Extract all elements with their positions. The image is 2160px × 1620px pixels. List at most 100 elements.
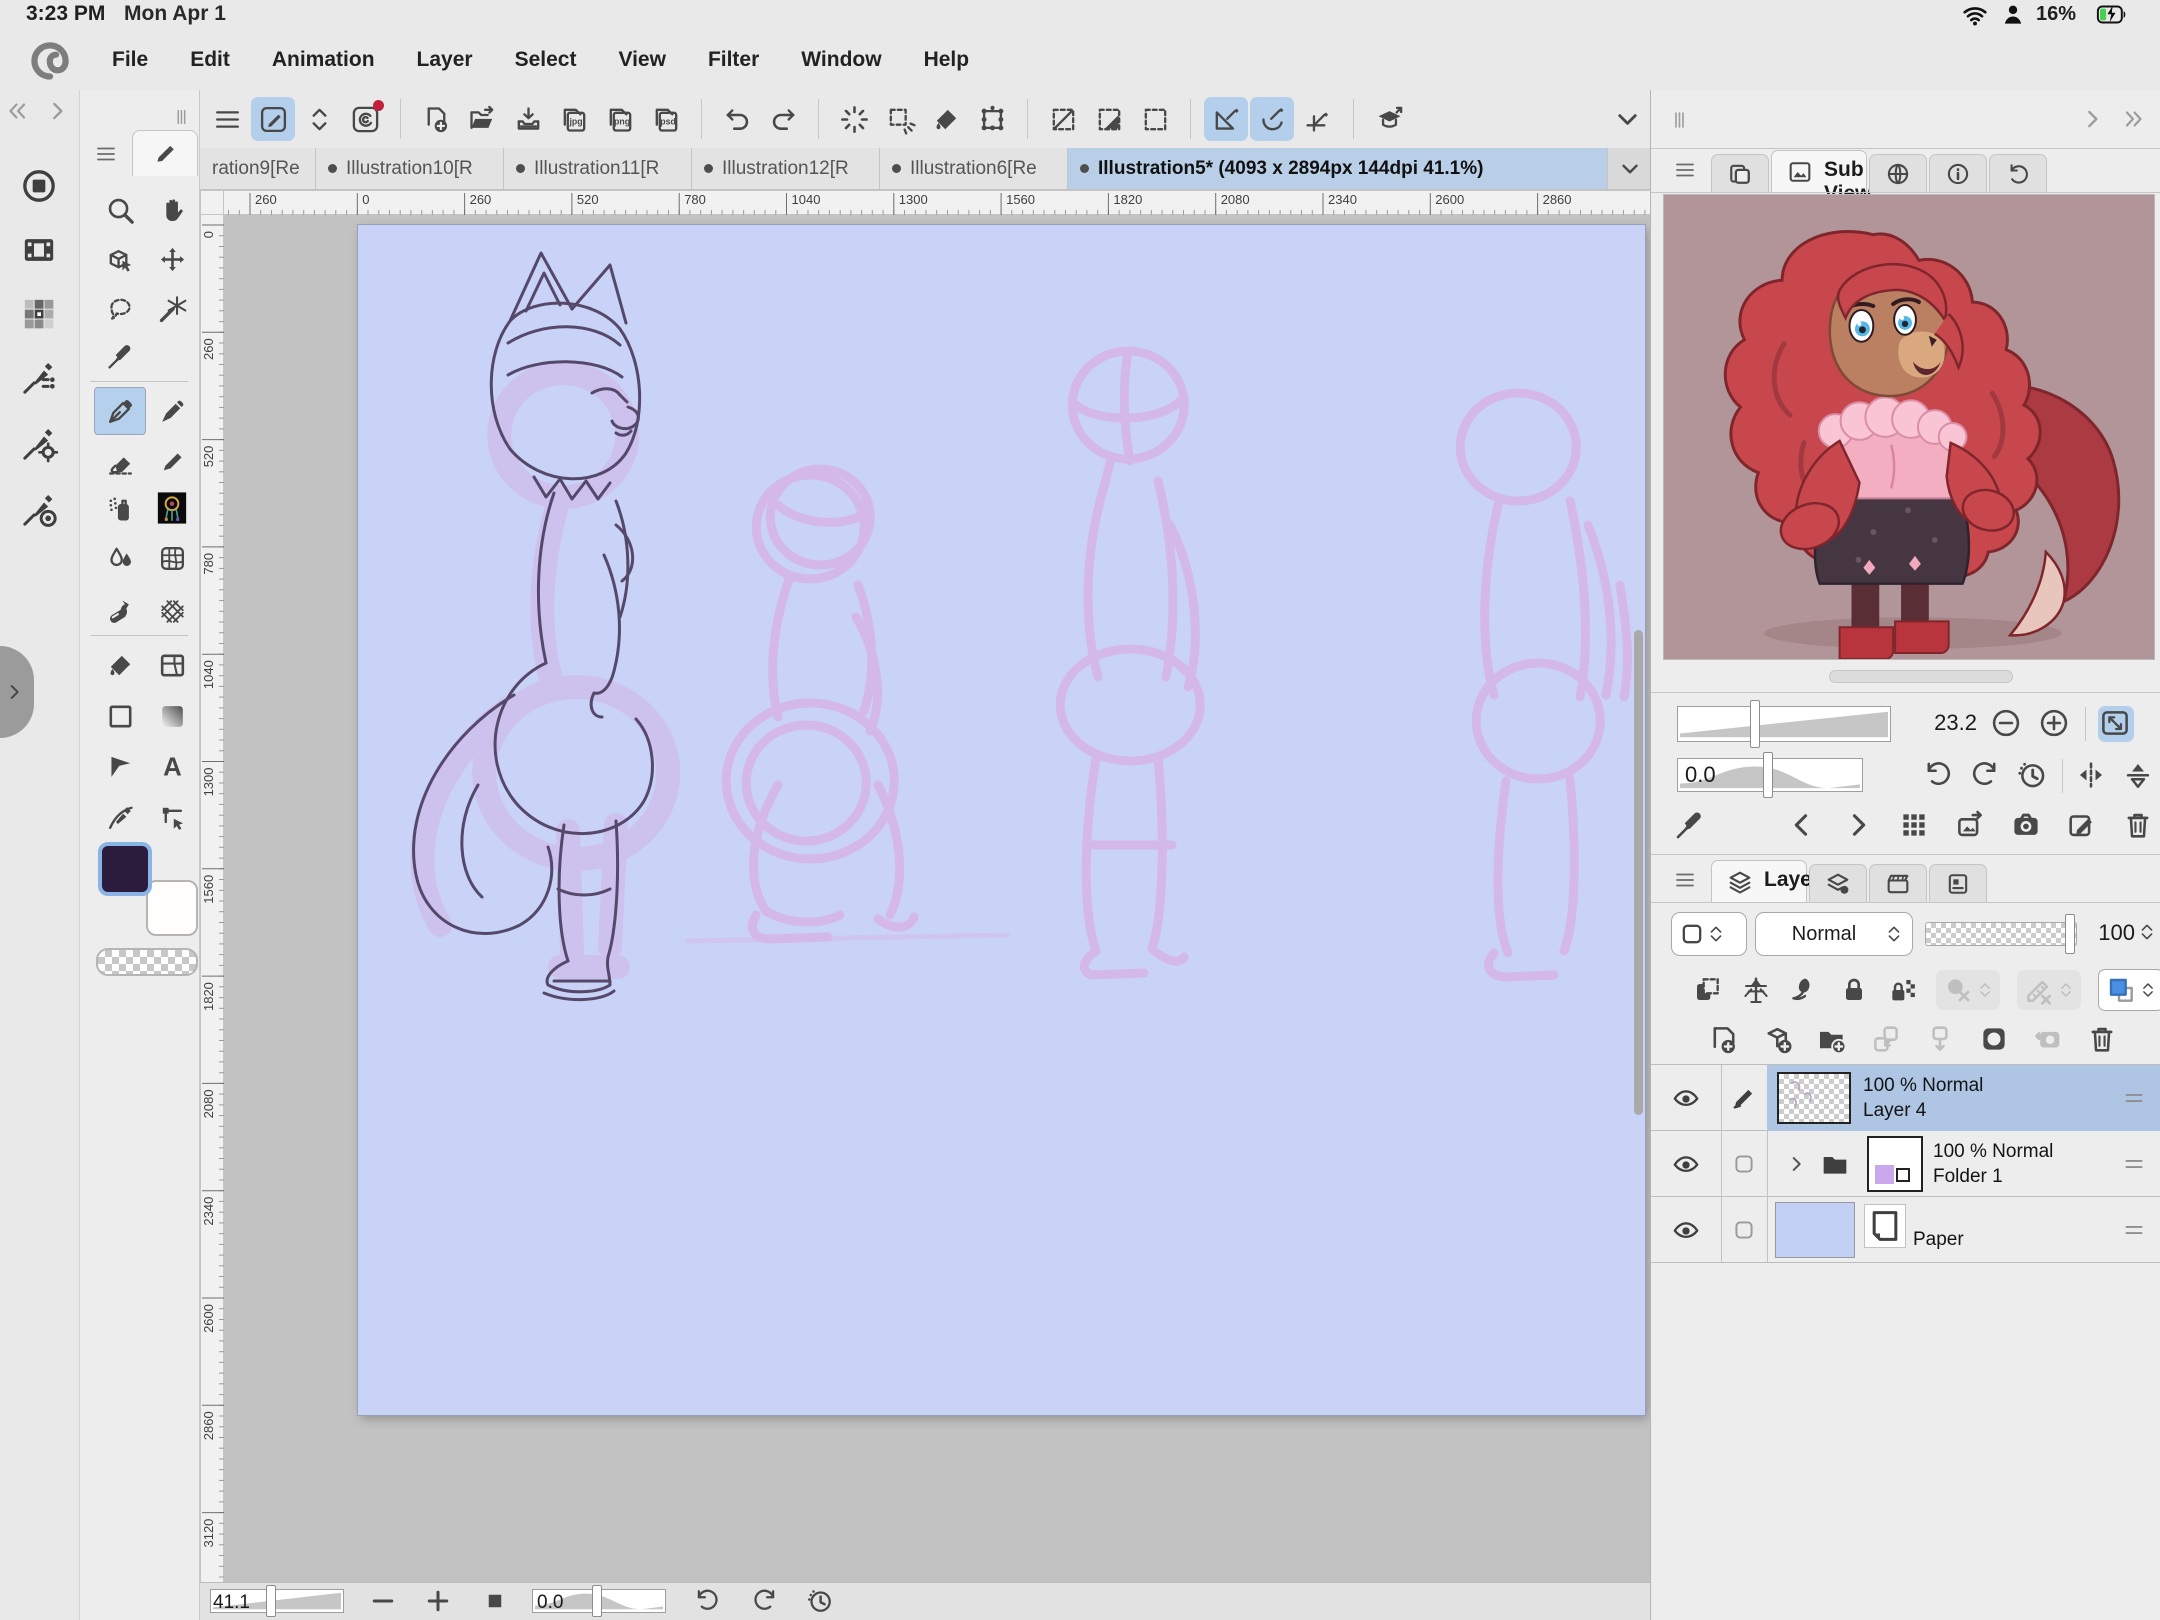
brush-size-panel-button[interactable] <box>19 490 61 532</box>
layer-drag-handle[interactable] <box>2121 1151 2147 1177</box>
canvas-zoom-slider-handle[interactable] <box>266 1585 276 1617</box>
clear-outside-selection-button[interactable] <box>1087 97 1131 141</box>
tool-decoration[interactable] <box>146 484 198 532</box>
tab-list-dropdown[interactable] <box>1608 148 1652 189</box>
new-raster-layer-button[interactable] <box>1707 1022 1741 1056</box>
zoom-out-button[interactable] <box>368 1586 400 1618</box>
tab-information[interactable] <box>1929 154 1987 192</box>
menu-item-edit[interactable]: Edit <box>190 48 230 72</box>
subview-zoom-in-button[interactable] <box>2037 706 2073 742</box>
merge-with-layer-below-button[interactable] <box>1923 1022 1957 1056</box>
subview-menu-button[interactable] <box>1673 158 1697 182</box>
layer-panel-menu-button[interactable] <box>1673 868 1697 892</box>
tool-move-view[interactable] <box>146 186 198 234</box>
subview-rotate-right-button[interactable] <box>1968 758 2004 794</box>
tool-move-layer[interactable] <box>146 235 198 283</box>
export-jpg-button[interactable]: jpg <box>552 97 596 141</box>
layer-row-paper[interactable]: Paper <box>1651 1197 2160 1263</box>
main-color-swatch[interactable] <box>98 842 152 896</box>
blend-mode-dropdown[interactable]: Normal <box>1755 912 1913 956</box>
undo-button[interactable] <box>715 97 759 141</box>
open-clip-studio-button[interactable] <box>343 97 387 141</box>
tool-calligraphy[interactable] <box>146 387 198 435</box>
tool-operation[interactable] <box>94 235 146 283</box>
subview-rotate-left-button[interactable] <box>1921 758 1957 794</box>
menu-item-filter[interactable]: Filter <box>708 48 759 72</box>
canvas-rotation-slider-handle[interactable] <box>592 1585 602 1617</box>
create-layer-mask-button[interactable] <box>1977 1022 2011 1056</box>
sub-color-swatch[interactable] <box>146 880 198 936</box>
tool-selection[interactable] <box>94 285 146 333</box>
new-canvas-button[interactable] <box>414 97 458 141</box>
subview-camera-button[interactable] <box>2009 808 2045 844</box>
tab-quick-access[interactable] <box>1869 154 1927 192</box>
set-as-reference-layer-toggle[interactable] <box>1740 974 1772 1006</box>
layer-visibility-toggle[interactable] <box>1671 1215 1701 1245</box>
tab-sub-view[interactable]: Sub View <box>1771 150 1867 192</box>
layer-opacity-slider-handle[interactable] <box>2065 914 2075 954</box>
subview-import-image-button[interactable] <box>1953 808 1989 844</box>
deselect-button[interactable] <box>878 97 922 141</box>
layer-content[interactable]: 100 % NormalFolder 1 <box>1767 1131 2160 1197</box>
tab-navigator[interactable] <box>1711 154 1769 192</box>
subview-next-image-button[interactable] <box>1841 808 1877 844</box>
transparent-color-swatch[interactable] <box>96 948 198 976</box>
tool-smudge[interactable] <box>94 587 146 635</box>
subview-reference-image[interactable] <box>1663 194 2155 660</box>
enable-ruler-dropdown[interactable] <box>2017 970 2081 1010</box>
tool-blend[interactable] <box>94 534 146 582</box>
panel-grip-icon[interactable] <box>1667 102 1691 138</box>
layer-content[interactable]: 100 % NormalLayer 4 <box>1767 1065 2160 1131</box>
tool-airbrush[interactable] <box>94 484 146 532</box>
collapse-dock-icon[interactable] <box>4 98 30 124</box>
lock-transparent-pixels-toggle[interactable] <box>1887 974 1919 1006</box>
export-png-button[interactable]: png <box>598 97 642 141</box>
tool-pen[interactable] <box>94 387 146 435</box>
drawer-pull-tab[interactable] <box>0 646 34 738</box>
tool-anchor-select[interactable] <box>146 793 198 841</box>
spinner-icon[interactable] <box>1884 918 1904 950</box>
snap-to-special-ruler-toggle[interactable] <box>1250 97 1294 141</box>
material-panel-button[interactable] <box>19 294 61 336</box>
hide-command-bar-button[interactable] <box>1605 97 1649 141</box>
scale-rotate-button[interactable] <box>970 97 1014 141</box>
delete-layer-button[interactable] <box>2085 1022 2119 1056</box>
new-layer-folder-button[interactable] <box>1815 1022 1849 1056</box>
menu-item-window[interactable]: Window <box>801 48 881 72</box>
subview-fit-button[interactable] <box>2098 706 2134 742</box>
tool-curve[interactable] <box>94 793 146 841</box>
collapse-command-bar-button[interactable] <box>297 97 341 141</box>
snap-to-ruler-toggle[interactable] <box>1204 97 1248 141</box>
transfer-to-layer-below-button[interactable] <box>1869 1022 1903 1056</box>
subview-eyedropper-button[interactable] <box>1673 808 1709 844</box>
menu-item-view[interactable]: View <box>618 48 665 72</box>
layer-thumbnail[interactable] <box>1777 1072 1851 1124</box>
apply-mask-to-layer-button[interactable] <box>2031 1022 2065 1056</box>
collapse-panel-icon[interactable] <box>2079 106 2105 132</box>
menu-item-select[interactable]: Select <box>515 48 577 72</box>
folder-thumbnail[interactable] <box>1867 1136 1923 1192</box>
layer-visibility-toggle[interactable] <box>1671 1083 1701 1113</box>
spinner-icon[interactable] <box>1706 918 1726 950</box>
selection-border-button[interactable] <box>1133 97 1177 141</box>
subview-image-scrollbar[interactable] <box>1829 670 2013 683</box>
canvas-vertical-scrollbar[interactable] <box>1634 630 1643 1115</box>
subview-previous-image-button[interactable] <box>1785 808 1821 844</box>
subview-edit-button[interactable] <box>2065 808 2101 844</box>
save-button[interactable] <box>506 97 550 141</box>
canvas-tab[interactable]: Illustration6[Re <box>880 148 1068 189</box>
canvas-tab-active[interactable]: Illustration5* (4093 x 2894px 144dpi 41.… <box>1068 148 1608 189</box>
rotate-view-left-button[interactable] <box>692 1586 724 1618</box>
layer-content[interactable]: Paper <box>1767 1197 2160 1263</box>
color-wheel-panel-button[interactable] <box>19 166 61 208</box>
rotate-view-right-button[interactable] <box>750 1586 782 1618</box>
tool-figure[interactable] <box>94 692 146 740</box>
expand-dock-icon[interactable] <box>44 98 70 124</box>
canvas-tab[interactable]: ration9[Re <box>200 148 316 189</box>
new-vector-layer-button[interactable] <box>1761 1022 1795 1056</box>
menu-item-layer[interactable]: Layer <box>417 48 473 72</box>
menu-item-help[interactable]: Help <box>924 48 970 72</box>
tool-pencil[interactable] <box>146 438 198 486</box>
canvas-paper[interactable] <box>358 225 1645 1415</box>
layer-visibility-toggle[interactable] <box>1671 1149 1701 1179</box>
